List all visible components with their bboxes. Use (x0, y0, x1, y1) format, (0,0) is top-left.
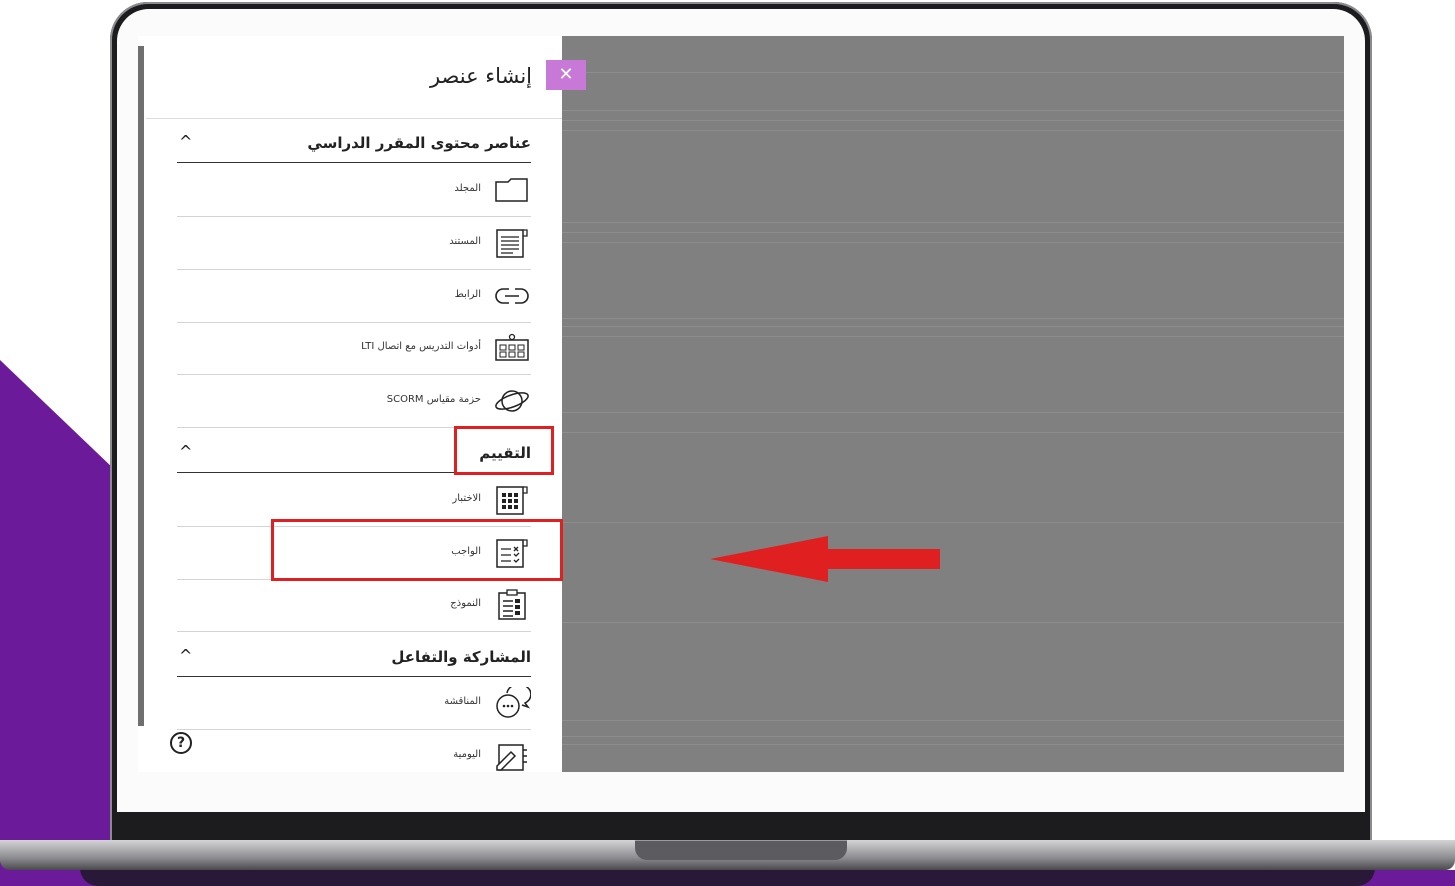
form-icon (498, 589, 526, 620)
item-label: المناقشة (444, 696, 481, 707)
panel-title: إنشاء عنصر (429, 64, 532, 88)
folder-icon (495, 178, 528, 202)
laptop-bezel (112, 812, 1370, 842)
help-icon[interactable]: ? (170, 732, 192, 754)
document-icon (496, 229, 528, 258)
list-item-folder[interactable]: المجلد (177, 164, 531, 217)
chevron-up-icon[interactable]: ^ (179, 442, 192, 461)
list-item-link[interactable]: الرابط (177, 270, 531, 323)
close-button[interactable]: ✕ (546, 60, 586, 90)
test-icon (496, 486, 528, 515)
section-header-course-content[interactable]: عناصر محتوى المقرر الدراسي ^ (177, 122, 531, 163)
scorm-package-icon (495, 390, 529, 412)
highlight-box-assignment (271, 519, 563, 581)
laptop-shadow (80, 868, 1375, 886)
list-item-discussion[interactable]: المناقشة (177, 677, 531, 730)
chevron-up-icon[interactable]: ^ (179, 132, 192, 151)
dimmed-page-overlay[interactable] (562, 36, 1344, 772)
scrollbar[interactable] (138, 46, 144, 726)
lti-tools-icon (495, 333, 529, 361)
red-arrow-annotation (710, 536, 940, 582)
screen: إنشاء عنصر ✕ عناصر محتوى المقرر الدراسي … (138, 36, 1344, 772)
highlight-box-assessment (454, 426, 554, 475)
item-label: حزمة مقياس SCORM (386, 394, 481, 405)
section-label: عناصر محتوى المقرر الدراسي (307, 134, 531, 152)
item-label: اليومية (453, 749, 481, 760)
item-label: الاختبار (452, 493, 481, 504)
discussion-icon (496, 687, 531, 718)
item-label: المجلد (454, 183, 481, 194)
journal-icon (496, 744, 527, 771)
item-label: أدوات التدريس مع اتصال LTI (361, 341, 481, 352)
list-item-lti-tools[interactable]: أدوات التدريس مع اتصال LTI (177, 322, 531, 375)
list-item-scorm[interactable]: حزمة مقياس SCORM (177, 375, 531, 428)
list-item-form[interactable]: النموذج (177, 579, 531, 632)
chevron-up-icon[interactable]: ^ (179, 646, 192, 665)
item-label: النموذج (450, 598, 481, 609)
list-item-document[interactable]: المستند (177, 217, 531, 270)
section-header-participation[interactable]: المشاركة والتفاعل ^ (177, 636, 531, 677)
section-label: المشاركة والتفاعل (391, 648, 531, 666)
divider (146, 118, 562, 119)
list-item-journal[interactable]: اليومية (177, 730, 531, 772)
item-label: المستند (449, 236, 481, 247)
laptop-notch (635, 840, 847, 860)
create-item-panel: إنشاء عنصر ✕ عناصر محتوى المقرر الدراسي … (146, 36, 586, 772)
link-icon (495, 288, 529, 304)
item-label: الرابط (454, 289, 481, 300)
